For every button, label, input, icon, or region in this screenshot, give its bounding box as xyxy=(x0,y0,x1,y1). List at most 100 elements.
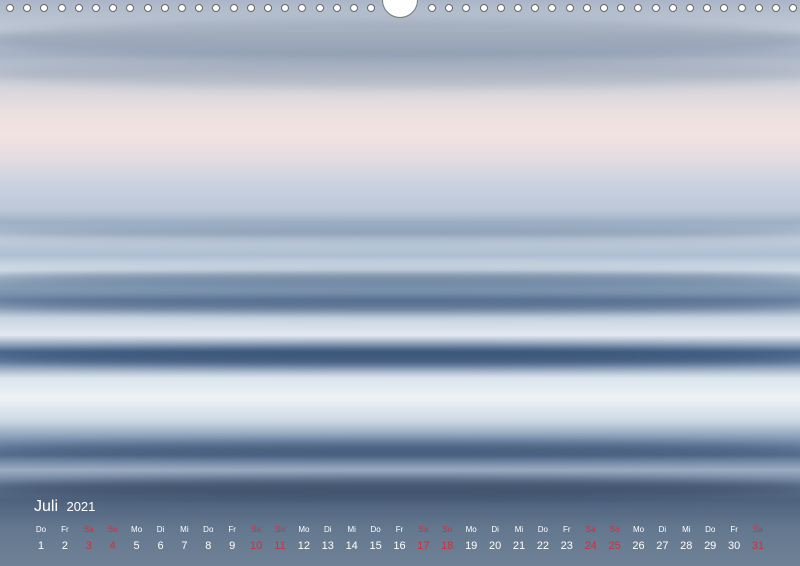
binding-hole xyxy=(246,4,255,12)
day-number: 21 xyxy=(512,540,526,552)
day-number: 14 xyxy=(345,540,358,552)
spiral-binding xyxy=(0,0,800,18)
month-name: Juli xyxy=(34,498,59,515)
binding-hole xyxy=(350,4,358,12)
day-number: 6 xyxy=(157,540,164,552)
weekday-label: Sa xyxy=(418,525,429,534)
weekday-label: Mo xyxy=(465,525,477,534)
binding-hole xyxy=(126,4,135,12)
binding-hole xyxy=(772,4,780,12)
day-number: 16 xyxy=(393,540,406,552)
weekday-label: Sa xyxy=(753,525,763,534)
binding-hole xyxy=(548,4,557,12)
day-number: 25 xyxy=(608,540,621,552)
day-number: 28 xyxy=(680,540,693,552)
weekday-label: Mo xyxy=(632,525,645,534)
day-number: 8 xyxy=(205,540,212,552)
day-number: 18 xyxy=(441,540,454,552)
weekday-label: Do xyxy=(537,525,548,534)
date-row: 1 2 3 4 5 6 7 8 9 10 11 12 13 14 15 16 17 18 19 20 21 22 23 24 2… xyxy=(28,540,784,554)
day-number: 9 xyxy=(229,540,236,552)
weekday-label: Fr xyxy=(395,525,404,534)
binding-hole xyxy=(531,4,540,12)
binding-hole xyxy=(600,4,608,12)
month-year: 2021 xyxy=(66,499,96,514)
day-number: 13 xyxy=(321,540,334,552)
weekday-label: So xyxy=(442,525,453,534)
binding-hole xyxy=(668,4,677,12)
binding-hole xyxy=(281,4,290,12)
wave-streak xyxy=(0,478,800,498)
weekday-label: Sa xyxy=(251,525,261,534)
day-number: 3 xyxy=(85,540,92,552)
binding-hole xyxy=(315,4,324,12)
day-number: 24 xyxy=(584,540,597,552)
day-number: 29 xyxy=(704,540,717,552)
binding-hole xyxy=(754,4,763,12)
binding-hole xyxy=(109,4,118,12)
binding-hole xyxy=(496,4,505,12)
binding-hole xyxy=(143,4,152,12)
day-number: 11 xyxy=(274,540,286,552)
cloud-streak xyxy=(0,20,800,60)
day-number: 20 xyxy=(488,540,502,552)
weekday-label: So xyxy=(107,525,118,534)
day-number: 4 xyxy=(109,540,116,552)
binding-hole xyxy=(514,4,522,12)
day-number: 26 xyxy=(632,540,645,552)
binding-hole xyxy=(703,4,712,12)
wave-streak xyxy=(0,228,800,238)
hanger-cutout xyxy=(382,0,418,18)
weekday-label: Do xyxy=(370,525,381,534)
binding-hole xyxy=(737,4,746,12)
weekday-label: Di xyxy=(491,525,499,534)
binding-hole xyxy=(298,4,307,12)
binding-hole xyxy=(178,4,186,12)
weekday-label: Mi xyxy=(682,525,691,534)
weekday-label: Do xyxy=(35,525,47,534)
weekday-label: So xyxy=(609,525,620,534)
day-number: 5 xyxy=(133,540,140,552)
day-number: 27 xyxy=(656,540,669,552)
day-number: 30 xyxy=(727,540,741,552)
wave-streak xyxy=(0,298,800,312)
binding-hole xyxy=(651,4,660,12)
wave-streak xyxy=(0,272,800,286)
binding-hole xyxy=(428,4,436,12)
weekday-label: Do xyxy=(705,525,716,534)
binding-hole xyxy=(332,4,341,12)
weekday-label: Mi xyxy=(514,525,524,534)
wave-streak xyxy=(0,442,800,458)
binding-hole xyxy=(92,4,100,12)
binding-hole xyxy=(6,4,14,12)
weekday-label: Fr xyxy=(228,525,236,534)
binding-hole xyxy=(445,4,454,12)
binding-hole xyxy=(789,4,798,12)
weekday-label: Mi xyxy=(347,525,356,534)
weekday-label: Mo xyxy=(298,525,310,534)
day-number: 7 xyxy=(181,540,188,552)
binding-hole xyxy=(74,4,83,12)
weekday-label: Do xyxy=(203,525,214,534)
weekday-row: Do Fr Sa So Mo Di Mi Do Fr Sa So Mo Di Mi Do Fr Sa So Mo Di… xyxy=(28,525,784,535)
day-number: 19 xyxy=(465,540,478,552)
weekday-label: Sa xyxy=(83,525,94,534)
weekday-label: Fr xyxy=(563,525,571,534)
weekday-label: Di xyxy=(324,525,332,534)
binding-hole xyxy=(617,4,626,12)
binding-hole xyxy=(23,4,32,12)
weekday-label: Di xyxy=(156,525,165,534)
binding-hole xyxy=(212,4,221,12)
weekday-label: Sa xyxy=(585,525,596,534)
binding-hole xyxy=(686,4,694,12)
ocean-long-exposure-photo xyxy=(0,0,800,566)
binding-hole xyxy=(195,4,204,12)
binding-hole xyxy=(634,4,643,12)
binding-hole xyxy=(462,4,471,12)
binding-hole xyxy=(582,4,591,12)
day-number: 31 xyxy=(751,540,765,552)
day-number: 17 xyxy=(417,540,430,552)
day-number: 15 xyxy=(369,540,382,552)
binding-hole xyxy=(229,4,238,12)
binding-hole xyxy=(40,4,49,12)
